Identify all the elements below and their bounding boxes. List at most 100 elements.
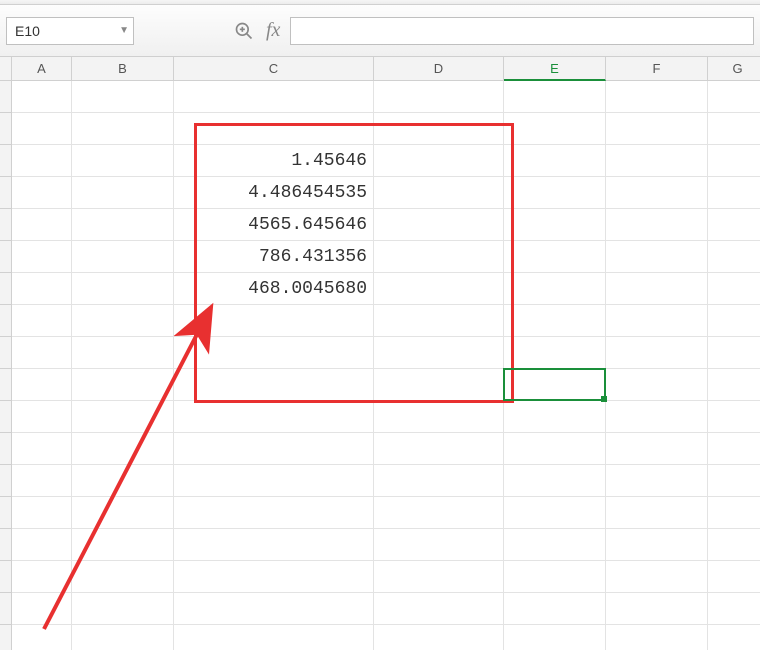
row-header[interactable] — [0, 305, 12, 337]
formula-input[interactable] — [290, 17, 754, 45]
cell-E13[interactable] — [504, 465, 606, 497]
cell-E12[interactable] — [504, 433, 606, 465]
cell-C9[interactable] — [174, 337, 374, 369]
cell-A9[interactable] — [12, 337, 72, 369]
cell-E15[interactable] — [504, 529, 606, 561]
cell-F11[interactable] — [606, 401, 708, 433]
cell-C7[interactable]: 468.0045680 — [174, 273, 374, 305]
row-header[interactable] — [0, 337, 12, 369]
cell-G16[interactable] — [708, 561, 760, 593]
cell-E4[interactable] — [504, 177, 606, 209]
cell-E18[interactable] — [504, 625, 606, 650]
cell-E14[interactable] — [504, 497, 606, 529]
cell-E10[interactable] — [504, 369, 606, 401]
cell-F5[interactable] — [606, 209, 708, 241]
cell-A7[interactable] — [12, 273, 72, 305]
cell-F14[interactable] — [606, 497, 708, 529]
cell-D10[interactable] — [374, 369, 504, 401]
cell-D16[interactable] — [374, 561, 504, 593]
row-header[interactable] — [0, 561, 12, 593]
cell-C16[interactable] — [174, 561, 374, 593]
cell-A1[interactable] — [12, 81, 72, 113]
cell-C3[interactable]: 1.45646 — [174, 145, 374, 177]
row-header[interactable] — [0, 369, 12, 401]
row-header[interactable] — [0, 177, 12, 209]
cell-E1[interactable] — [504, 81, 606, 113]
cell-A4[interactable] — [12, 177, 72, 209]
cell-A5[interactable] — [12, 209, 72, 241]
cell-A15[interactable] — [12, 529, 72, 561]
row-header[interactable] — [0, 625, 12, 650]
cell-E17[interactable] — [504, 593, 606, 625]
cell-C1[interactable] — [174, 81, 374, 113]
cell-G18[interactable] — [708, 625, 760, 650]
cell-G6[interactable] — [708, 241, 760, 273]
cell-D8[interactable] — [374, 305, 504, 337]
chevron-down-icon[interactable]: ▼ — [119, 25, 129, 36]
fx-icon[interactable]: fx — [266, 19, 280, 42]
cell-G1[interactable] — [708, 81, 760, 113]
cell-B1[interactable] — [72, 81, 174, 113]
cell-A14[interactable] — [12, 497, 72, 529]
cell-G10[interactable] — [708, 369, 760, 401]
cell-B4[interactable] — [72, 177, 174, 209]
cell-F18[interactable] — [606, 625, 708, 650]
cell-C11[interactable] — [174, 401, 374, 433]
cell-B13[interactable] — [72, 465, 174, 497]
cell-B18[interactable] — [72, 625, 174, 650]
cell-A8[interactable] — [12, 305, 72, 337]
cell-C2[interactable] — [174, 113, 374, 145]
cell-D1[interactable] — [374, 81, 504, 113]
row-header[interactable] — [0, 241, 12, 273]
cell-D15[interactable] — [374, 529, 504, 561]
cell-G9[interactable] — [708, 337, 760, 369]
cell-C15[interactable] — [174, 529, 374, 561]
cell-C5[interactable]: 4565.645646 — [174, 209, 374, 241]
cell-B17[interactable] — [72, 593, 174, 625]
cell-E3[interactable] — [504, 145, 606, 177]
cell-E9[interactable] — [504, 337, 606, 369]
row-header[interactable] — [0, 113, 12, 145]
cell-A17[interactable] — [12, 593, 72, 625]
cell-E11[interactable] — [504, 401, 606, 433]
cell-E8[interactable] — [504, 305, 606, 337]
cell-C18[interactable] — [174, 625, 374, 650]
column-header-E[interactable]: E — [504, 57, 606, 81]
cell-D3[interactable] — [374, 145, 504, 177]
cell-F17[interactable] — [606, 593, 708, 625]
row-header[interactable] — [0, 273, 12, 305]
row-header[interactable] — [0, 401, 12, 433]
cell-C17[interactable] — [174, 593, 374, 625]
cell-F10[interactable] — [606, 369, 708, 401]
cell-F12[interactable] — [606, 433, 708, 465]
row-header[interactable] — [0, 81, 12, 113]
cell-F15[interactable] — [606, 529, 708, 561]
cell-G8[interactable] — [708, 305, 760, 337]
cell-G4[interactable] — [708, 177, 760, 209]
cell-A2[interactable] — [12, 113, 72, 145]
cell-A11[interactable] — [12, 401, 72, 433]
cell-F1[interactable] — [606, 81, 708, 113]
cell-G11[interactable] — [708, 401, 760, 433]
cell-A3[interactable] — [12, 145, 72, 177]
cell-D6[interactable] — [374, 241, 504, 273]
cell-B3[interactable] — [72, 145, 174, 177]
cell-D13[interactable] — [374, 465, 504, 497]
column-header-F[interactable]: F — [606, 57, 708, 81]
row-header[interactable] — [0, 497, 12, 529]
row-header[interactable] — [0, 145, 12, 177]
cell-G12[interactable] — [708, 433, 760, 465]
cell-B2[interactable] — [72, 113, 174, 145]
cell-G5[interactable] — [708, 209, 760, 241]
cell-D14[interactable] — [374, 497, 504, 529]
column-header-B[interactable]: B — [72, 57, 174, 81]
cell-F4[interactable] — [606, 177, 708, 209]
column-header-A[interactable]: A — [12, 57, 72, 81]
cell-F9[interactable] — [606, 337, 708, 369]
cell-D5[interactable] — [374, 209, 504, 241]
cell-A13[interactable] — [12, 465, 72, 497]
cell-G15[interactable] — [708, 529, 760, 561]
cell-G2[interactable] — [708, 113, 760, 145]
row-header[interactable] — [0, 529, 12, 561]
row-header[interactable] — [0, 593, 12, 625]
